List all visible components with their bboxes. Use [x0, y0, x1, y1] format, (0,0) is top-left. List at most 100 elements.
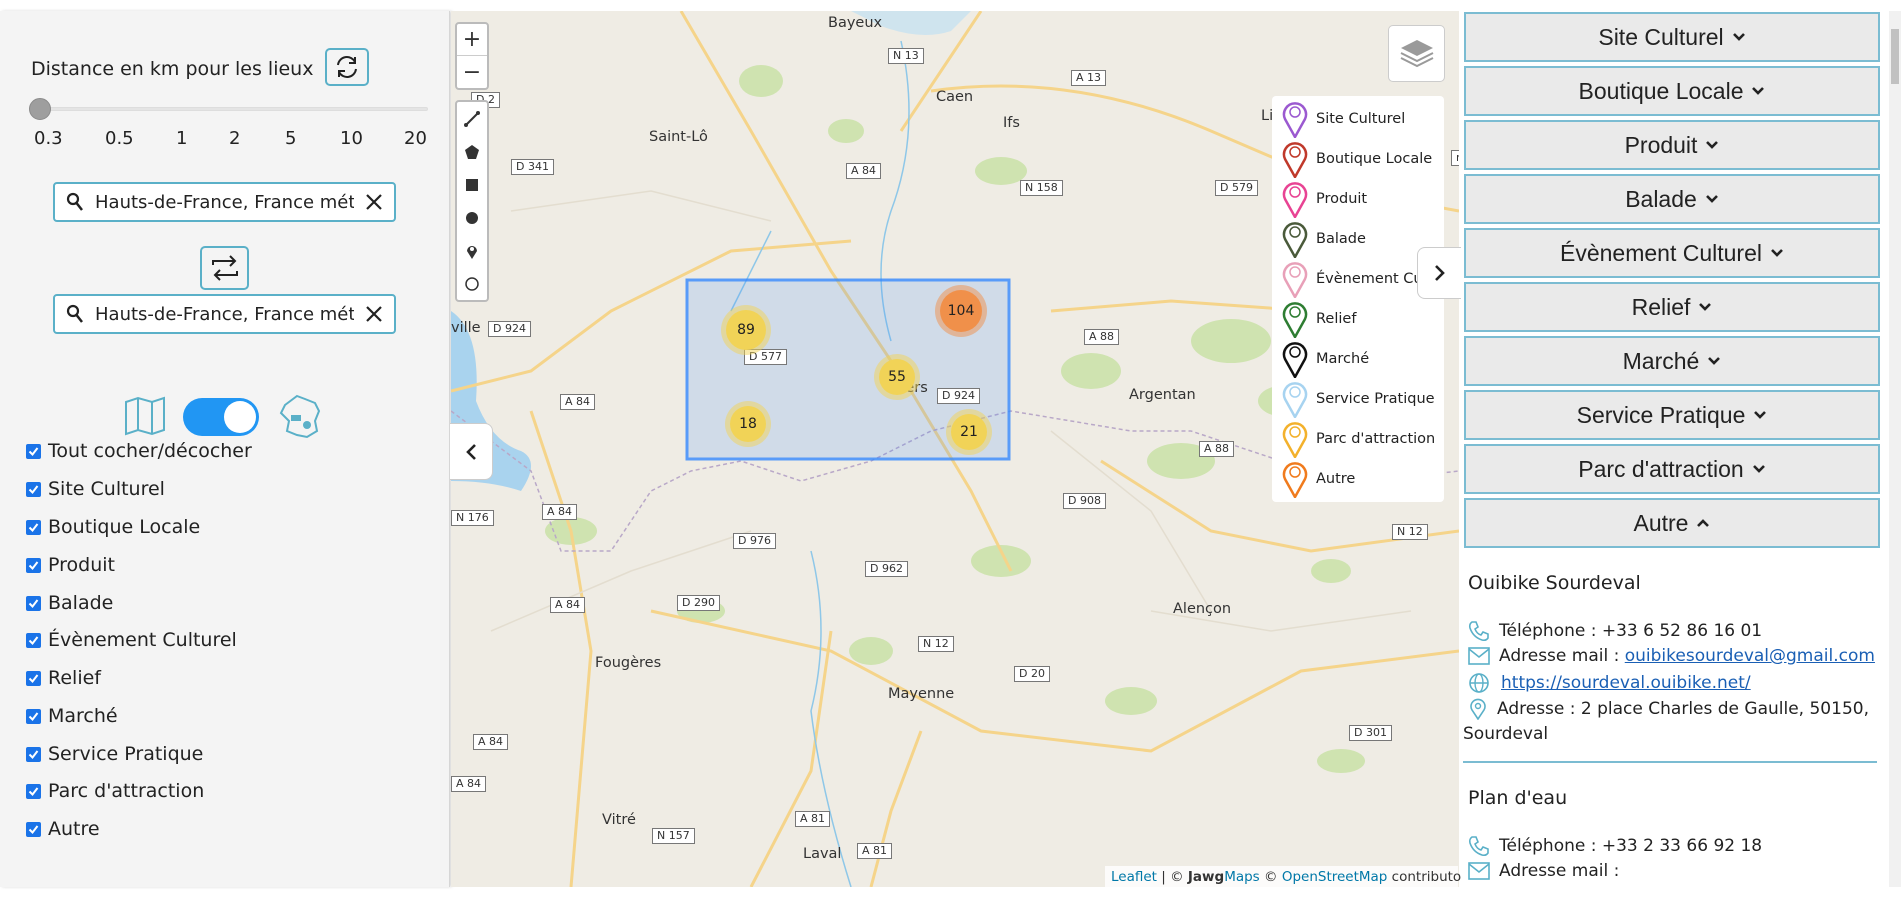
category-accordion[interactable]: Autre	[1464, 498, 1880, 548]
category-accordion[interactable]: Relief	[1464, 282, 1880, 332]
layers-button[interactable]	[1388, 25, 1445, 82]
clear-icon[interactable]	[354, 192, 394, 212]
checkbox-item[interactable]: Relief	[26, 667, 101, 689]
checkbox[interactable]	[26, 481, 41, 497]
tick-label: 1	[176, 128, 188, 149]
france-map-icon[interactable]	[277, 393, 325, 441]
road-label: A 81	[857, 843, 893, 859]
checkbox[interactable]	[26, 708, 41, 724]
poi-phone-text: Téléphone : +33 2 33 66 92 18	[1499, 836, 1763, 856]
category-accordion[interactable]: Balade	[1464, 174, 1880, 224]
checkbox-item[interactable]: Balade	[26, 592, 113, 614]
checkbox[interactable]	[26, 519, 41, 535]
checkbox[interactable]	[26, 746, 41, 762]
draw-rectangle-button[interactable]	[457, 168, 487, 201]
map-legend: Site Culturel Boutique Locale Produit Balad…	[1272, 96, 1444, 502]
draw-line-button[interactable]	[457, 102, 487, 135]
search-from-field[interactable]: Hauts-de-France, France métropolitaine	[53, 182, 396, 222]
checkbox[interactable]	[26, 595, 41, 611]
checkbox-item[interactable]: Service Pratique	[26, 743, 203, 765]
circle-marker-icon	[465, 276, 479, 291]
legend-item[interactable]: Site Culturel	[1282, 100, 1405, 138]
search-from-value[interactable]: Hauts-de-France, France métropolitaine	[95, 192, 354, 213]
checkbox-item[interactable]: Site Culturel	[26, 478, 165, 500]
checkbox[interactable]	[26, 557, 41, 573]
chevron-down-icon	[1752, 87, 1765, 95]
clear-icon[interactable]	[354, 304, 394, 324]
distance-slider-track[interactable]	[38, 107, 428, 111]
category-accordion[interactable]: Site Culturel	[1464, 12, 1880, 62]
search-to-field[interactable]: Hauts-de-France, France métropolitaine	[53, 294, 396, 334]
swap-button[interactable]	[200, 246, 249, 290]
draw-polygon-button[interactable]	[457, 135, 487, 168]
place-label: Vitré	[602, 812, 636, 828]
checkbox-item[interactable]: Marché	[26, 705, 118, 727]
legend-item[interactable]: Marché	[1282, 340, 1369, 378]
category-accordion[interactable]: Évènement Culturel	[1464, 228, 1880, 278]
road-label: D 962	[865, 561, 908, 577]
marker-cluster[interactable]: 89	[721, 305, 771, 355]
jawg-maps[interactable]: Maps	[1224, 869, 1260, 885]
category-accordion[interactable]: Produit	[1464, 120, 1880, 170]
checkbox-item[interactable]: Autre	[26, 818, 100, 840]
collapse-left-button[interactable]	[450, 423, 493, 480]
legend-item[interactable]: Autre	[1282, 460, 1355, 498]
draw-circlemarker-button[interactable]	[457, 267, 487, 300]
legend-item[interactable]: Relief	[1282, 300, 1356, 338]
leaflet-link[interactable]: Leaflet	[1111, 869, 1157, 885]
view-toggle[interactable]	[183, 398, 259, 436]
checkbox-item[interactable]: Parc d'attraction	[26, 780, 204, 802]
poi-website-link[interactable]: https://sourdeval.ouibike.net/	[1501, 673, 1751, 693]
checkbox-label: Balade	[48, 592, 114, 614]
checkbox-item[interactable]: Boutique Locale	[26, 516, 200, 538]
right-panel-scrollbar[interactable]	[1889, 11, 1901, 887]
osm-link[interactable]: OpenStreetMap	[1282, 869, 1388, 885]
checkbox-label: Évènement Culturel	[48, 629, 237, 651]
zoom-in-button[interactable]: +	[457, 24, 487, 56]
category-accordion[interactable]: Marché	[1464, 336, 1880, 386]
legend-item[interactable]: Boutique Locale	[1282, 140, 1432, 178]
search-icon	[55, 304, 95, 324]
poi-email-link[interactable]: ouibikesourdeval@gmail.com	[1625, 646, 1875, 666]
marker-cluster[interactable]: 104	[935, 285, 987, 337]
zoom-out-button[interactable]: −	[457, 56, 487, 88]
checkbox[interactable]	[26, 821, 41, 837]
distance-slider-thumb[interactable]	[29, 98, 51, 120]
checkbox[interactable]	[26, 670, 41, 686]
legend-item[interactable]: Parc d'attraction	[1282, 420, 1435, 458]
category-pin-icon	[1282, 422, 1308, 458]
category-accordion[interactable]: Parc d'attraction	[1464, 444, 1880, 494]
map-icon[interactable]	[123, 396, 167, 436]
category-accordion[interactable]: Service Pratique	[1464, 390, 1880, 440]
poi-phone-text: Téléphone : +33 6 52 86 16 01	[1499, 621, 1763, 641]
scrollbar-thumb[interactable]	[1891, 29, 1899, 84]
draw-circle-button[interactable]	[457, 201, 487, 234]
checkbox-item[interactable]: Évènement Culturel	[26, 629, 237, 651]
checkbox[interactable]	[26, 443, 41, 459]
checkbox-item[interactable]: Produit	[26, 554, 115, 576]
road-label: A 84	[560, 394, 596, 410]
checkbox-label: Parc d'attraction	[48, 780, 205, 802]
checkbox-label: Relief	[48, 667, 101, 689]
checkbox-item[interactable]: Tout cocher/décocher	[26, 440, 252, 462]
legend-item[interactable]: Service Pratique	[1282, 380, 1435, 418]
collapse-legend-button[interactable]	[1417, 247, 1462, 299]
marker-cluster[interactable]: 55	[874, 354, 920, 400]
search-to-value[interactable]: Hauts-de-France, France métropolitaine	[95, 304, 354, 325]
legend-item[interactable]: Produit	[1282, 180, 1367, 218]
marker-cluster[interactable]: 18	[725, 401, 771, 447]
refresh-button[interactable]	[325, 48, 369, 86]
category-accordion[interactable]: Boutique Locale	[1464, 66, 1880, 116]
place-label: Mayenne	[888, 686, 955, 702]
marker-cluster[interactable]: 21	[946, 409, 992, 455]
checkbox[interactable]	[26, 632, 41, 648]
legend-item[interactable]: Balade	[1282, 220, 1366, 258]
category-label: Parc d'attraction	[1578, 455, 1744, 482]
checkbox[interactable]	[26, 783, 41, 799]
chevron-down-icon	[1705, 195, 1718, 203]
draw-toolbar	[455, 100, 489, 302]
draw-marker-button[interactable]	[457, 234, 487, 267]
chevron-down-icon	[1752, 465, 1765, 473]
jawg-link[interactable]: Jawg	[1188, 869, 1224, 885]
checkbox-label: Produit	[48, 554, 115, 576]
